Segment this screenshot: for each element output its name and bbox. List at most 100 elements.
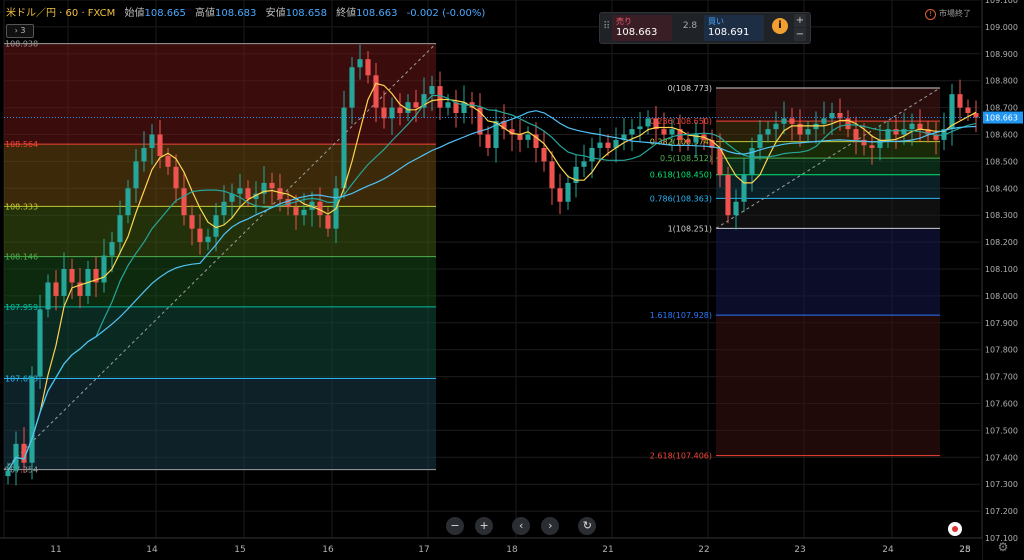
buy-button[interactable]: 買い 108.691: [704, 15, 764, 41]
candle-body: [197, 228, 203, 243]
candle-body: [117, 215, 123, 243]
candle-body: [325, 215, 331, 229]
candle-body: [221, 201, 227, 216]
price-tick-label: 108.600: [985, 131, 1018, 140]
chevron-icon: ›: [14, 26, 18, 35]
indicator-collapse-button[interactable]: › 3: [6, 24, 34, 38]
gear-icon[interactable]: ⚙: [996, 540, 1010, 554]
time-tick-label: 14: [146, 545, 158, 555]
candle-body: [773, 123, 779, 130]
close-label: 終値: [336, 8, 357, 19]
symbol-title[interactable]: 米ドル／円 · 60 · FXCM: [6, 8, 115, 19]
candle-body: [565, 182, 571, 202]
fib-zone: [716, 174, 940, 199]
low-label: 安値: [265, 8, 286, 19]
candle-body: [661, 129, 667, 135]
candle-body: [877, 139, 883, 148]
candle-body: [237, 188, 243, 194]
price-tick-label: 107.700: [985, 373, 1018, 382]
buy-price: 108.691: [708, 27, 750, 38]
candle-body: [373, 75, 379, 108]
price-tick-label: 108.300: [985, 211, 1018, 220]
candle-body: [349, 67, 355, 108]
price-tick-label: 107.200: [985, 507, 1018, 516]
price-tick-label: 107.300: [985, 480, 1018, 489]
info-icon[interactable]: i: [772, 18, 788, 34]
candle-body: [445, 102, 451, 108]
candle-body: [53, 282, 59, 296]
price-tick-label: 108.100: [985, 265, 1018, 274]
candle-body: [645, 118, 651, 127]
candle-body: [165, 156, 171, 167]
scroll-left-button[interactable]: ‹: [512, 517, 531, 535]
time-tick-label: 21: [602, 545, 613, 555]
candle-body: [597, 142, 603, 148]
time-tick-label: 22: [698, 545, 709, 555]
candle-body: [189, 215, 195, 229]
fib-left-label: 108.333: [5, 202, 38, 211]
fib-zone: [4, 306, 436, 379]
quantity-plus-button[interactable]: +: [794, 14, 806, 27]
spread-value: 2.8: [682, 21, 698, 31]
candle-body: [69, 269, 75, 283]
scroll-right-button[interactable]: ›: [541, 517, 560, 535]
price-tick-label: 107.800: [985, 346, 1018, 355]
candle-body: [869, 145, 875, 148]
price-chart[interactable]: 108.938 108.564 108.333 108.146 107.959 107.6…: [0, 0, 1024, 560]
market-status-label: 市場終了: [939, 9, 971, 18]
zoom-in-button[interactable]: +: [475, 517, 494, 535]
fib-left-label: 108.564: [5, 140, 38, 149]
fib-zone: [716, 87, 940, 122]
price-tick-label: 108.900: [985, 50, 1018, 59]
price-tick-label: 107.600: [985, 400, 1018, 409]
fib-zone: [716, 228, 940, 316]
candle-body: [581, 161, 587, 167]
record-icon[interactable]: [948, 522, 962, 536]
candle-body: [173, 166, 179, 189]
fib-right-label: 0.786(108.363): [650, 194, 712, 203]
time-tick-label: 15: [234, 545, 245, 555]
symbol-legend: 米ドル／円 · 60 · FXCM 始値108.665 高値108.683 安値…: [6, 6, 485, 22]
candle-body: [517, 134, 523, 140]
drag-handle-icon[interactable]: ⠿: [603, 21, 611, 32]
fib-zone: [716, 198, 940, 229]
open-label: 始値: [124, 8, 145, 19]
candle-body: [141, 147, 147, 162]
candle-body: [789, 118, 795, 124]
change-value: -0.002 (-0.00%): [406, 8, 486, 19]
quantity-minus-button[interactable]: −: [794, 28, 806, 41]
price-tick-label: 108.500: [985, 157, 1018, 166]
candle-body: [685, 139, 691, 143]
high-label: 高値: [195, 8, 216, 19]
time-tick-label: 24: [882, 545, 894, 555]
candle-body: [629, 129, 635, 135]
reset-chart-button[interactable]: ↻: [578, 517, 597, 535]
candle-body: [765, 129, 771, 135]
candle-body: [125, 188, 131, 216]
price-tick-label: 108.200: [985, 238, 1018, 247]
fib-right-label: 1(108.251): [668, 224, 712, 233]
candle-body: [181, 188, 187, 216]
sell-button[interactable]: 売り 108.663: [612, 15, 672, 41]
price-tick-label: 108.000: [985, 292, 1018, 301]
price-tick-label: 108.700: [985, 104, 1018, 113]
zoom-out-button[interactable]: −: [446, 517, 464, 535]
time-tick-label: 28: [959, 545, 971, 555]
fib-right-label: 2.618(107.406): [650, 452, 712, 461]
candle-body: [733, 201, 739, 216]
candle-body: [269, 182, 275, 189]
candle-body: [397, 107, 403, 113]
fib-left-label: 108.938: [5, 40, 38, 49]
candle-body: [389, 107, 395, 119]
current-price-label: 108.663: [985, 114, 1018, 123]
candle-body: [909, 123, 915, 130]
low-value: 108.658: [285, 8, 327, 19]
time-tick-label: 11: [50, 545, 61, 555]
fib-right-label: 0(108.773): [668, 84, 712, 93]
candle-body: [37, 309, 43, 377]
fib-zone: [4, 206, 436, 257]
fib-right-label: 1.618(107.928): [650, 311, 712, 320]
fib-left-label: 107.959: [5, 303, 38, 312]
time-tick-label: 18: [506, 545, 518, 555]
high-value: 108.683: [215, 8, 257, 19]
